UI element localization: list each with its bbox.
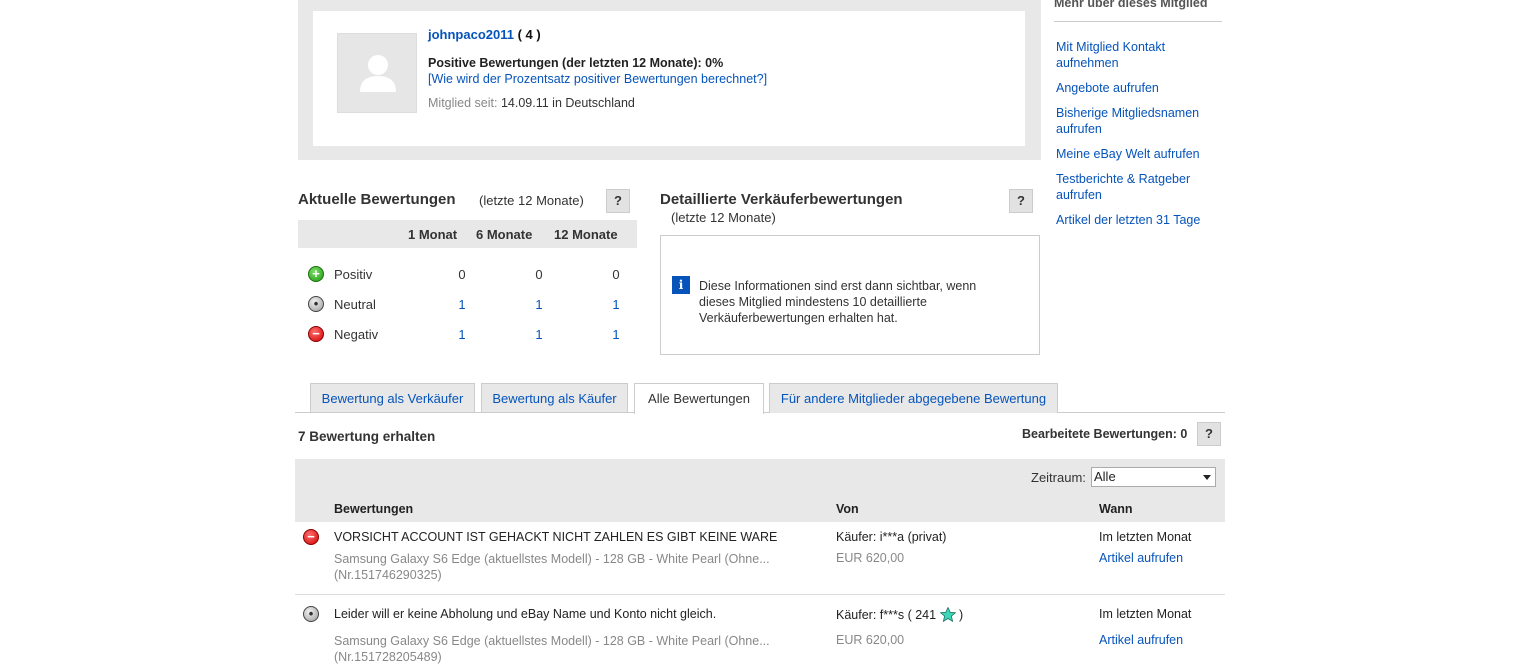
view-item-link[interactable]: Artikel aufrufen xyxy=(1099,551,1183,565)
positive-6-months: 0 xyxy=(535,267,543,282)
sidebar-title: Mehr über dieses Mitglied xyxy=(1054,0,1208,10)
neutral-icon: • xyxy=(308,296,324,312)
detailed-ratings-info: Diese Informationen sind erst dann sicht… xyxy=(699,279,977,325)
member-since: Mitglied seit: 14.09.11 in Deutschland xyxy=(428,96,635,110)
column-6-months: 6 Monate xyxy=(476,227,533,242)
received-count: 7 Bewertung erhalten xyxy=(298,429,436,444)
info-icon: i xyxy=(672,276,690,294)
member-since-value: 14.09.11 in Deutschland xyxy=(500,96,635,110)
feedback-list-header xyxy=(295,459,1225,522)
tab-buyer-feedback[interactable]: Bewertung als Käufer xyxy=(481,383,628,413)
user-placeholder-icon xyxy=(360,55,396,92)
feedback-score: ( 4 ) xyxy=(517,27,541,42)
positive-icon: + xyxy=(308,266,324,282)
star-icon[interactable] xyxy=(939,606,956,623)
sidebar-item-my-world[interactable]: Meine eBay Welt aufrufen xyxy=(1056,146,1226,162)
neutral-6-months-link[interactable]: 1 xyxy=(529,297,549,312)
sidebar-divider xyxy=(1054,21,1222,22)
neutral-icon: • xyxy=(303,606,319,622)
period-select[interactable]: Alle xyxy=(1091,467,1216,487)
feedback-item-title: Samsung Galaxy S6 Edge (aktuellstes Mode… xyxy=(334,552,770,566)
negative-1-month-link[interactable]: 1 xyxy=(452,327,472,342)
username-line: johnpaco2011 ( 4 ) xyxy=(428,27,541,42)
feedback-from-user: Käufer: f***s ( 241 xyxy=(836,608,937,622)
feedback-comment: VORSICHT ACCOUNT IST GEHACKT NICHT ZAHLE… xyxy=(334,530,778,544)
feedback-price: EUR 620,00 xyxy=(836,633,905,647)
row-divider xyxy=(295,594,1225,595)
sidebar-item-previous-names[interactable]: Bisherige Mitgliedsnamen aufrufen xyxy=(1056,105,1226,137)
sidebar-item-reviews-guides[interactable]: Testberichte & Ratgeber aufrufen xyxy=(1056,171,1226,203)
period-label: Zeitraum: xyxy=(1031,470,1086,485)
column-1-month: 1 Monat xyxy=(408,227,458,242)
tab-seller-feedback[interactable]: Bewertung als Verkäufer xyxy=(310,383,475,413)
column-12-months: 12 Monate xyxy=(554,227,618,242)
member-since-label: Mitglied seit: xyxy=(428,96,498,110)
detailed-ratings-title: Detaillierte Verkäuferbewertungen xyxy=(660,191,903,208)
feedback-from: Käufer: f***s ( 241 ) xyxy=(836,606,964,623)
feedback-from: Käufer: i***a (privat) xyxy=(836,530,947,544)
negative-icon: − xyxy=(303,529,319,545)
feedback-price: EUR 620,00 xyxy=(836,551,905,565)
detailed-ratings-subtitle: (letzte 12 Monate) xyxy=(671,210,776,225)
current-feedback-help-button[interactable]: ? xyxy=(606,189,630,213)
column-header-from: Von xyxy=(836,502,859,516)
positive-12-months: 0 xyxy=(612,267,620,282)
username-link[interactable]: johnpaco2011 xyxy=(428,27,514,42)
feedback-from-suffix: ) xyxy=(959,608,964,622)
chevron-down-icon xyxy=(1203,475,1211,480)
tab-all-feedback[interactable]: Alle Bewertungen xyxy=(634,383,764,414)
sidebar-item-last-31-days[interactable]: Artikel der letzten 31 Tage xyxy=(1056,212,1226,228)
tab-feedback-left-for-others[interactable]: Für andere Mitglieder abgegebene Bewertu… xyxy=(769,383,1058,413)
current-feedback-subtitle: (letzte 12 Monate) xyxy=(479,193,584,208)
feedback-item-title: Samsung Galaxy S6 Edge (aktuellstes Mode… xyxy=(334,634,770,648)
neutral-label: Neutral xyxy=(334,297,376,312)
edited-count: Bearbeitete Bewertungen: 0 xyxy=(1022,427,1188,441)
current-feedback-title: Aktuelle Bewertungen xyxy=(298,191,456,208)
period-select-value: Alle xyxy=(1094,469,1116,484)
neutral-12-months-link[interactable]: 1 xyxy=(606,297,626,312)
negative-12-months-link[interactable]: 1 xyxy=(606,327,626,342)
negative-6-months-link[interactable]: 1 xyxy=(529,327,549,342)
column-header-feedback: Bewertungen xyxy=(334,502,414,516)
view-item-link[interactable]: Artikel aufrufen xyxy=(1099,633,1183,647)
feedback-item-number: (Nr.151746290325) xyxy=(334,568,442,582)
feedback-item-number: (Nr.151728205489) xyxy=(334,650,442,664)
avatar xyxy=(337,33,417,113)
percentage-help-link[interactable]: [Wie wird der Prozentsatz positiver Bewe… xyxy=(428,72,767,86)
negative-icon: − xyxy=(308,326,324,342)
sidebar-item-offers[interactable]: Angebote aufrufen xyxy=(1056,80,1226,96)
column-header-when: Wann xyxy=(1099,502,1133,516)
negative-label: Negativ xyxy=(334,327,379,342)
neutral-1-month-link[interactable]: 1 xyxy=(452,297,472,312)
detailed-ratings-help-button[interactable]: ? xyxy=(1009,189,1033,213)
feedback-when: Im letzten Monat xyxy=(1099,607,1192,621)
edited-help-button[interactable]: ? xyxy=(1197,422,1221,446)
sidebar-item-contact[interactable]: Mit Mitglied Kontakt aufnehmen xyxy=(1056,39,1226,71)
feedback-when: Im letzten Monat xyxy=(1099,530,1192,544)
positive-percentage: Positive Bewertungen (der letzten 12 Mon… xyxy=(428,56,724,70)
positive-label: Positiv xyxy=(334,267,373,282)
positive-1-month: 0 xyxy=(458,267,466,282)
feedback-comment: Leider will er keine Abholung und eBay N… xyxy=(334,607,717,621)
